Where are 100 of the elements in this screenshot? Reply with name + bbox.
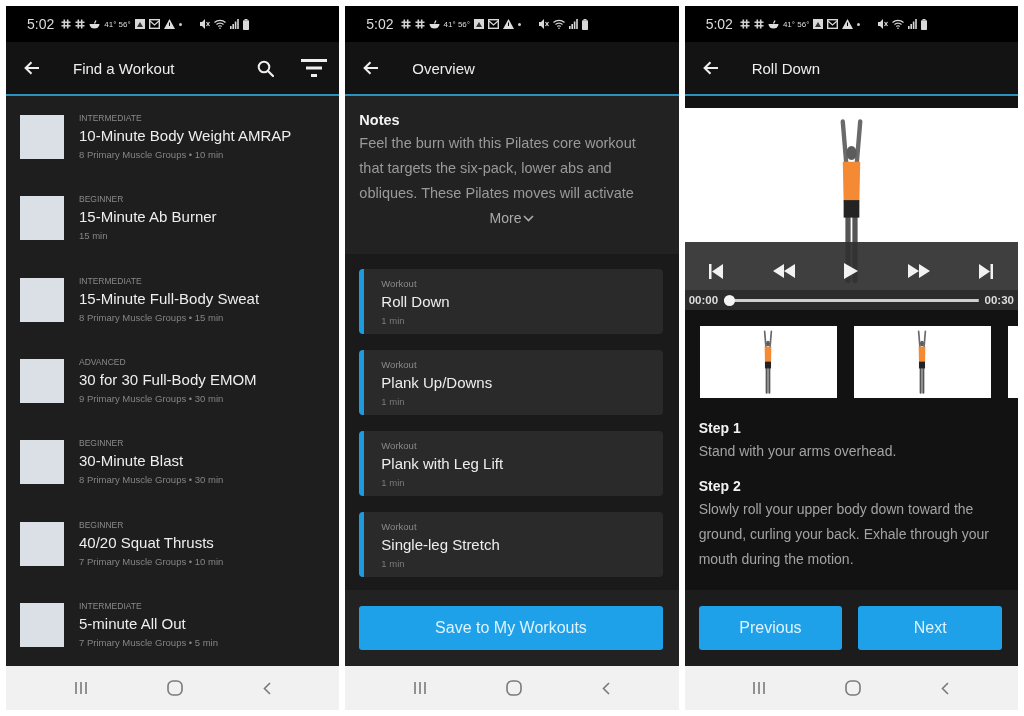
warning-icon (503, 19, 514, 29)
hash-icon (75, 19, 86, 29)
exercise-duration: 1 min (381, 557, 405, 570)
photo-placeholder (20, 521, 64, 566)
mute-icon (199, 19, 210, 29)
progress-thumb[interactable] (724, 294, 736, 306)
photo-placeholder (20, 358, 64, 403)
home-icon[interactable] (506, 680, 522, 696)
frame-thumbnail[interactable] (853, 326, 991, 398)
back-icon[interactable] (602, 681, 610, 695)
workout-title[interactable]: 10-Minute Body Weight AMRAP (79, 125, 292, 146)
battery-icon (921, 18, 928, 30)
workout-title[interactable]: 30 for 30 Full-Body EMOM (79, 369, 257, 390)
back-icon[interactable] (262, 681, 271, 695)
step-text: Stand with your arms overhead. (698, 442, 897, 461)
status-temperature: 41° 56° (443, 19, 470, 29)
wifi-icon (892, 19, 905, 29)
skip-previous-icon[interactable] (709, 263, 724, 279)
frame-thumbnail[interactable] (1007, 326, 1018, 398)
workout-title[interactable]: 15-Minute Ab Burner (79, 207, 217, 228)
recent-apps-icon[interactable] (414, 682, 426, 694)
frame-thumbnail[interactable] (699, 326, 837, 398)
exercise-card[interactable]: Workout Plank with Leg Lift 1 min (359, 431, 663, 496)
workout-details: 9 Primary Muscle Groups • 30 min (79, 391, 224, 405)
photo-placeholder (20, 603, 64, 648)
exercise-card[interactable]: Workout Roll Down 1 min (359, 269, 663, 334)
back-arrow-icon[interactable] (363, 61, 380, 75)
photo-placeholder (20, 114, 64, 159)
status-time: 5:02 (27, 16, 55, 32)
step-heading: Step 2 (698, 477, 741, 495)
workout-details: 8 Primary Muscle Groups • 30 min (79, 473, 224, 487)
workout-title[interactable]: 30-Minute Blast (79, 451, 184, 472)
step-heading: Step 1 (698, 419, 741, 437)
bowl-icon (89, 19, 101, 29)
picture-icon (474, 19, 484, 29)
filter-icon[interactable] (301, 59, 328, 77)
exercise-title: Plank Up/Downs (381, 373, 493, 393)
picture-icon (813, 19, 824, 29)
exercise-duration: 1 min (381, 314, 405, 327)
signal-icon (569, 19, 578, 29)
card-label: Workout (381, 359, 417, 371)
screen-title: Find a Workout (73, 59, 176, 77)
workout-details: 7 Primary Muscle Groups • 5 min (79, 636, 218, 650)
photo-placeholder (20, 440, 64, 485)
signal-icon (908, 19, 918, 29)
exercise-duration: 1 min (381, 476, 405, 489)
difficulty-label: INTERMEDIATE (79, 112, 142, 124)
warning-icon (163, 19, 175, 29)
exercise-title: Plank with Leg Lift (381, 454, 504, 474)
bowl-icon (767, 19, 779, 29)
total-time: 00:30 (984, 294, 1014, 306)
exercise-title: Single-leg Stretch (381, 535, 500, 555)
bowl-icon (428, 19, 440, 29)
mute-icon (878, 19, 889, 29)
skip-next-icon[interactable] (979, 263, 994, 279)
elapsed-time: 00:00 (688, 294, 719, 306)
hash-icon (739, 19, 750, 29)
step-text: Slowly roll your upper body down toward the ground, curling your back. Exhale through your mouth during the motion. (698, 500, 990, 569)
difficulty-label: BEGINNER (79, 438, 124, 450)
mail-icon (148, 19, 160, 29)
wifi-icon (213, 19, 226, 29)
home-icon[interactable] (166, 680, 183, 696)
rewind-icon[interactable] (772, 264, 795, 278)
home-icon[interactable] (845, 680, 862, 696)
status-time: 5:02 (705, 16, 733, 32)
back-arrow-icon[interactable] (702, 61, 719, 75)
exercise-card[interactable]: Workout Single-leg Stretch 1 min (359, 512, 663, 577)
screen-title: Roll Down (751, 59, 821, 77)
recent-apps-icon[interactable] (74, 682, 87, 694)
hash-icon (61, 19, 72, 29)
chevron-down-icon (523, 214, 535, 222)
difficulty-label: BEGINNER (79, 519, 124, 531)
back-arrow-icon[interactable] (24, 61, 40, 75)
exercise-title: Roll Down (381, 292, 450, 312)
dot-icon (178, 22, 182, 26)
picture-icon (134, 19, 145, 29)
workout-title[interactable]: 5-minute All Out (79, 614, 186, 635)
fast-forward-icon[interactable] (907, 264, 930, 278)
workout-details: 8 Primary Muscle Groups • 15 min (79, 310, 224, 324)
search-icon[interactable] (257, 59, 275, 77)
workout-title[interactable]: 15-Minute Full-Body Sweat (79, 288, 260, 309)
recent-apps-icon[interactable] (753, 682, 766, 694)
hash-icon (414, 19, 425, 29)
exercise-duration: 1 min (381, 395, 405, 408)
status-temperature: 41° 56° (782, 19, 810, 29)
wifi-icon (553, 19, 565, 29)
exercise-card[interactable]: Workout Plank Up/Downs 1 min (359, 350, 663, 415)
workout-title[interactable]: 40/20 Squat Thrusts (79, 532, 214, 553)
photo-placeholder (20, 277, 64, 322)
dot-icon (518, 22, 521, 26)
play-icon[interactable] (844, 263, 859, 279)
difficulty-label: INTERMEDIATE (79, 601, 142, 613)
status-time: 5:02 (366, 16, 394, 32)
workout-details: 8 Primary Muscle Groups • 10 min (79, 147, 224, 161)
mail-icon (488, 19, 499, 29)
back-icon[interactable] (941, 681, 950, 695)
notes-text: Feel the burn with this Pilates core workout that targets the six-pack, lower abs and obliques. These Pilates moves will activate (359, 134, 637, 203)
more-button[interactable]: More (489, 210, 535, 226)
warning-icon (842, 19, 854, 29)
difficulty-label: BEGINNER (79, 194, 124, 206)
